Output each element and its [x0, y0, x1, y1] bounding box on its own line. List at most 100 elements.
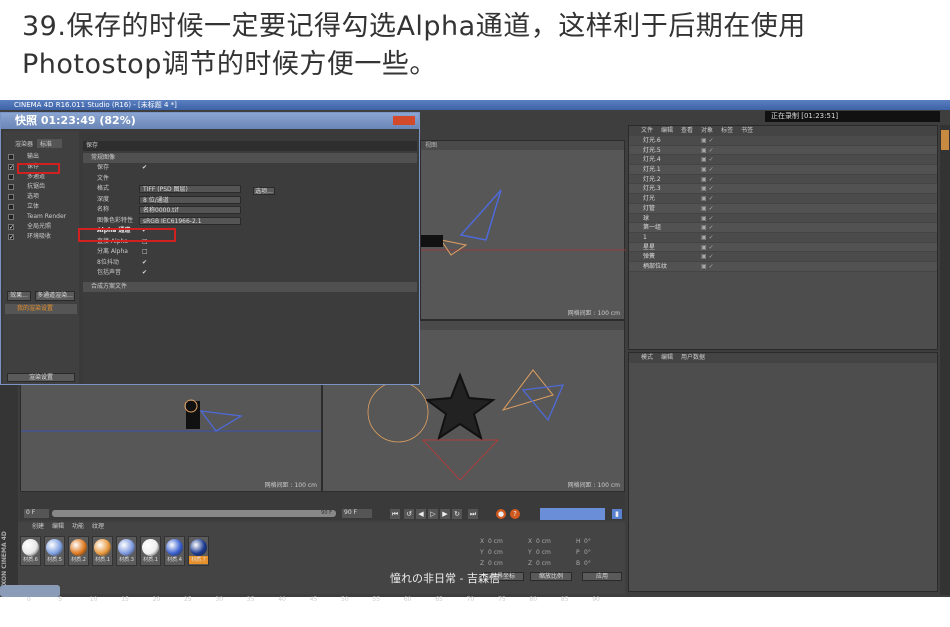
sidebar-item[interactable]: Team Render: [3, 212, 79, 222]
next-frame-button[interactable]: ▶: [440, 509, 450, 519]
tab-objects[interactable]: [941, 130, 949, 150]
subsection-general-image[interactable]: 常规图像: [83, 153, 417, 163]
object-row[interactable]: 灯光.6 ▣ ✓: [629, 136, 937, 146]
renderer-select[interactable]: 标准: [37, 139, 63, 148]
sidebar-item[interactable]: 立体: [3, 202, 79, 212]
viewport-menu[interactable]: 视图: [421, 141, 624, 150]
visibility-check-icon[interactable]: ▣ ✓: [701, 195, 714, 202]
viewport-top-right[interactable]: 视图 网格间距 : 100 cm: [420, 140, 626, 320]
visibility-check-icon[interactable]: ▣ ✓: [701, 215, 714, 222]
sidebar-item[interactable]: ✓ 全局光照: [3, 222, 79, 232]
keyframe-tools[interactable]: [540, 508, 605, 520]
menu-mode[interactable]: 模式: [641, 353, 653, 363]
checkbox[interactable]: ✓: [8, 224, 14, 231]
visibility-check-icon[interactable]: ▣ ✓: [701, 166, 714, 173]
object-row[interactable]: 星星 ▣ ✓: [629, 242, 937, 253]
checkbox[interactable]: [8, 174, 14, 180]
close-button[interactable]: [393, 116, 415, 125]
material-swatch[interactable]: 材质.1: [140, 536, 161, 566]
material-swatch[interactable]: 材质.5: [44, 536, 65, 566]
end-frame-field[interactable]: 90 F: [342, 509, 372, 518]
effect-button[interactable]: 效果...: [7, 291, 31, 301]
material-swatch[interactable]: 材质.7: [188, 536, 209, 566]
material-swatch[interactable]: 材质.3: [116, 536, 137, 566]
menu-view[interactable]: 查看: [681, 126, 693, 136]
prev-frame-button[interactable]: ◀: [416, 509, 426, 519]
menu-edit[interactable]: 编辑: [52, 522, 64, 532]
sidebar-item[interactable]: 抗锯齿: [3, 182, 79, 192]
setting-value[interactable]: ✔: [139, 269, 147, 277]
visibility-check-icon[interactable]: ▣ ✓: [701, 244, 714, 251]
setting-value[interactable]: 名称0000.tif: [139, 206, 241, 214]
setting-value[interactable]: 8 位/通道: [139, 195, 241, 204]
menu-tags[interactable]: 标签: [721, 126, 733, 136]
object-row[interactable]: 第一组 ▣ ✓: [629, 223, 937, 233]
setting-value[interactable]: ✔: [139, 164, 147, 172]
coord-field[interactable]: 0°: [584, 558, 591, 569]
subsection-compositing[interactable]: 合成方案文件: [83, 281, 417, 292]
menu-function[interactable]: 功能: [72, 522, 84, 532]
setting-value[interactable]: [139, 175, 147, 183]
multipass-button[interactable]: 多通道渲染...: [35, 291, 75, 301]
object-row[interactable]: 弹簧 ▣ ✓: [629, 252, 937, 262]
object-row[interactable]: 灯光.2 ▣ ✓: [629, 174, 937, 185]
taskbar-mini[interactable]: [0, 585, 60, 597]
autokey-button[interactable]: ?: [510, 509, 520, 519]
visibility-check-icon[interactable]: ▣ ✓: [701, 156, 714, 163]
sidebar-item[interactable]: 选项: [3, 192, 79, 202]
object-row[interactable]: 球 ▣ ✓: [629, 213, 937, 224]
menu-file[interactable]: 文件: [641, 126, 653, 136]
my-render-setting[interactable]: 我的渲染设置: [5, 304, 77, 314]
checkbox[interactable]: [8, 154, 14, 160]
options-button[interactable]: 选项...: [253, 187, 275, 195]
checkbox[interactable]: [8, 214, 14, 220]
play-button[interactable]: ▷: [428, 509, 438, 519]
timeline-button[interactable]: ▮: [612, 509, 622, 519]
material-swatch[interactable]: 材质.2: [68, 536, 89, 566]
scale-select[interactable]: 缩放比例: [530, 572, 572, 581]
menu-edit[interactable]: 编辑: [661, 353, 673, 363]
object-row[interactable]: 灯光.5 ▣ ✓: [629, 145, 937, 156]
render-settings-button[interactable]: 渲染设置: [7, 373, 75, 382]
goto-end-button[interactable]: ⏭: [468, 509, 478, 519]
record-button[interactable]: ●: [496, 509, 506, 519]
checkbox[interactable]: [8, 194, 14, 200]
visibility-check-icon[interactable]: ▣ ✓: [701, 176, 714, 183]
coord-field[interactable]: 0 cm: [488, 547, 503, 558]
visibility-check-icon[interactable]: ▣ ✓: [701, 263, 714, 270]
object-row[interactable]: 柄部位纹 ▣ ✓: [629, 261, 937, 272]
visibility-check-icon[interactable]: ▣ ✓: [701, 234, 714, 241]
menu-create[interactable]: 创建: [32, 522, 44, 532]
setting-value[interactable]: sRGB IEC61966-2.1: [139, 216, 241, 225]
object-row[interactable]: 灯光.1 ▣ ✓: [629, 165, 937, 175]
next-key-button[interactable]: ↻: [452, 509, 462, 519]
menu-user-data[interactable]: 用户数据: [681, 353, 705, 363]
setting-value[interactable]: □: [139, 248, 148, 256]
visibility-check-icon[interactable]: ▣ ✓: [701, 137, 714, 144]
checkbox[interactable]: [8, 184, 14, 190]
checkbox[interactable]: [8, 204, 14, 210]
object-row[interactable]: 灯管 ▣ ✓: [629, 203, 937, 214]
sidebar-item[interactable]: ✓ 环境吸收: [3, 232, 79, 242]
checkbox[interactable]: ✓: [8, 164, 14, 171]
visibility-check-icon[interactable]: ▣ ✓: [701, 147, 714, 154]
menu-bookmarks[interactable]: 书签: [741, 126, 753, 136]
goto-start-button[interactable]: ⏮: [390, 509, 400, 519]
coord-field[interactable]: 0°: [584, 547, 591, 558]
object-row[interactable]: 1 ▣ ✓: [629, 232, 937, 243]
setting-value[interactable]: ✔: [139, 259, 147, 267]
material-swatch[interactable]: 材质.6: [20, 536, 41, 566]
prev-key-button[interactable]: ↺: [404, 509, 414, 519]
menu-edit[interactable]: 编辑: [661, 126, 673, 136]
timeline-range-slider[interactable]: 90 F: [52, 510, 336, 517]
sidebar-item[interactable]: 输出: [3, 152, 79, 162]
coord-field[interactable]: 0 cm: [488, 558, 503, 569]
coord-field[interactable]: 0 cm: [536, 536, 551, 547]
start-frame-field[interactable]: 0 F: [24, 509, 49, 518]
material-swatch[interactable]: 材质.1: [92, 536, 113, 566]
visibility-check-icon[interactable]: ▣ ✓: [701, 185, 714, 192]
coord-field[interactable]: 0°: [584, 536, 591, 547]
material-swatch[interactable]: 材质.4: [164, 536, 185, 566]
coord-field[interactable]: 0 cm: [536, 558, 551, 569]
menu-texture[interactable]: 纹理: [92, 522, 104, 532]
